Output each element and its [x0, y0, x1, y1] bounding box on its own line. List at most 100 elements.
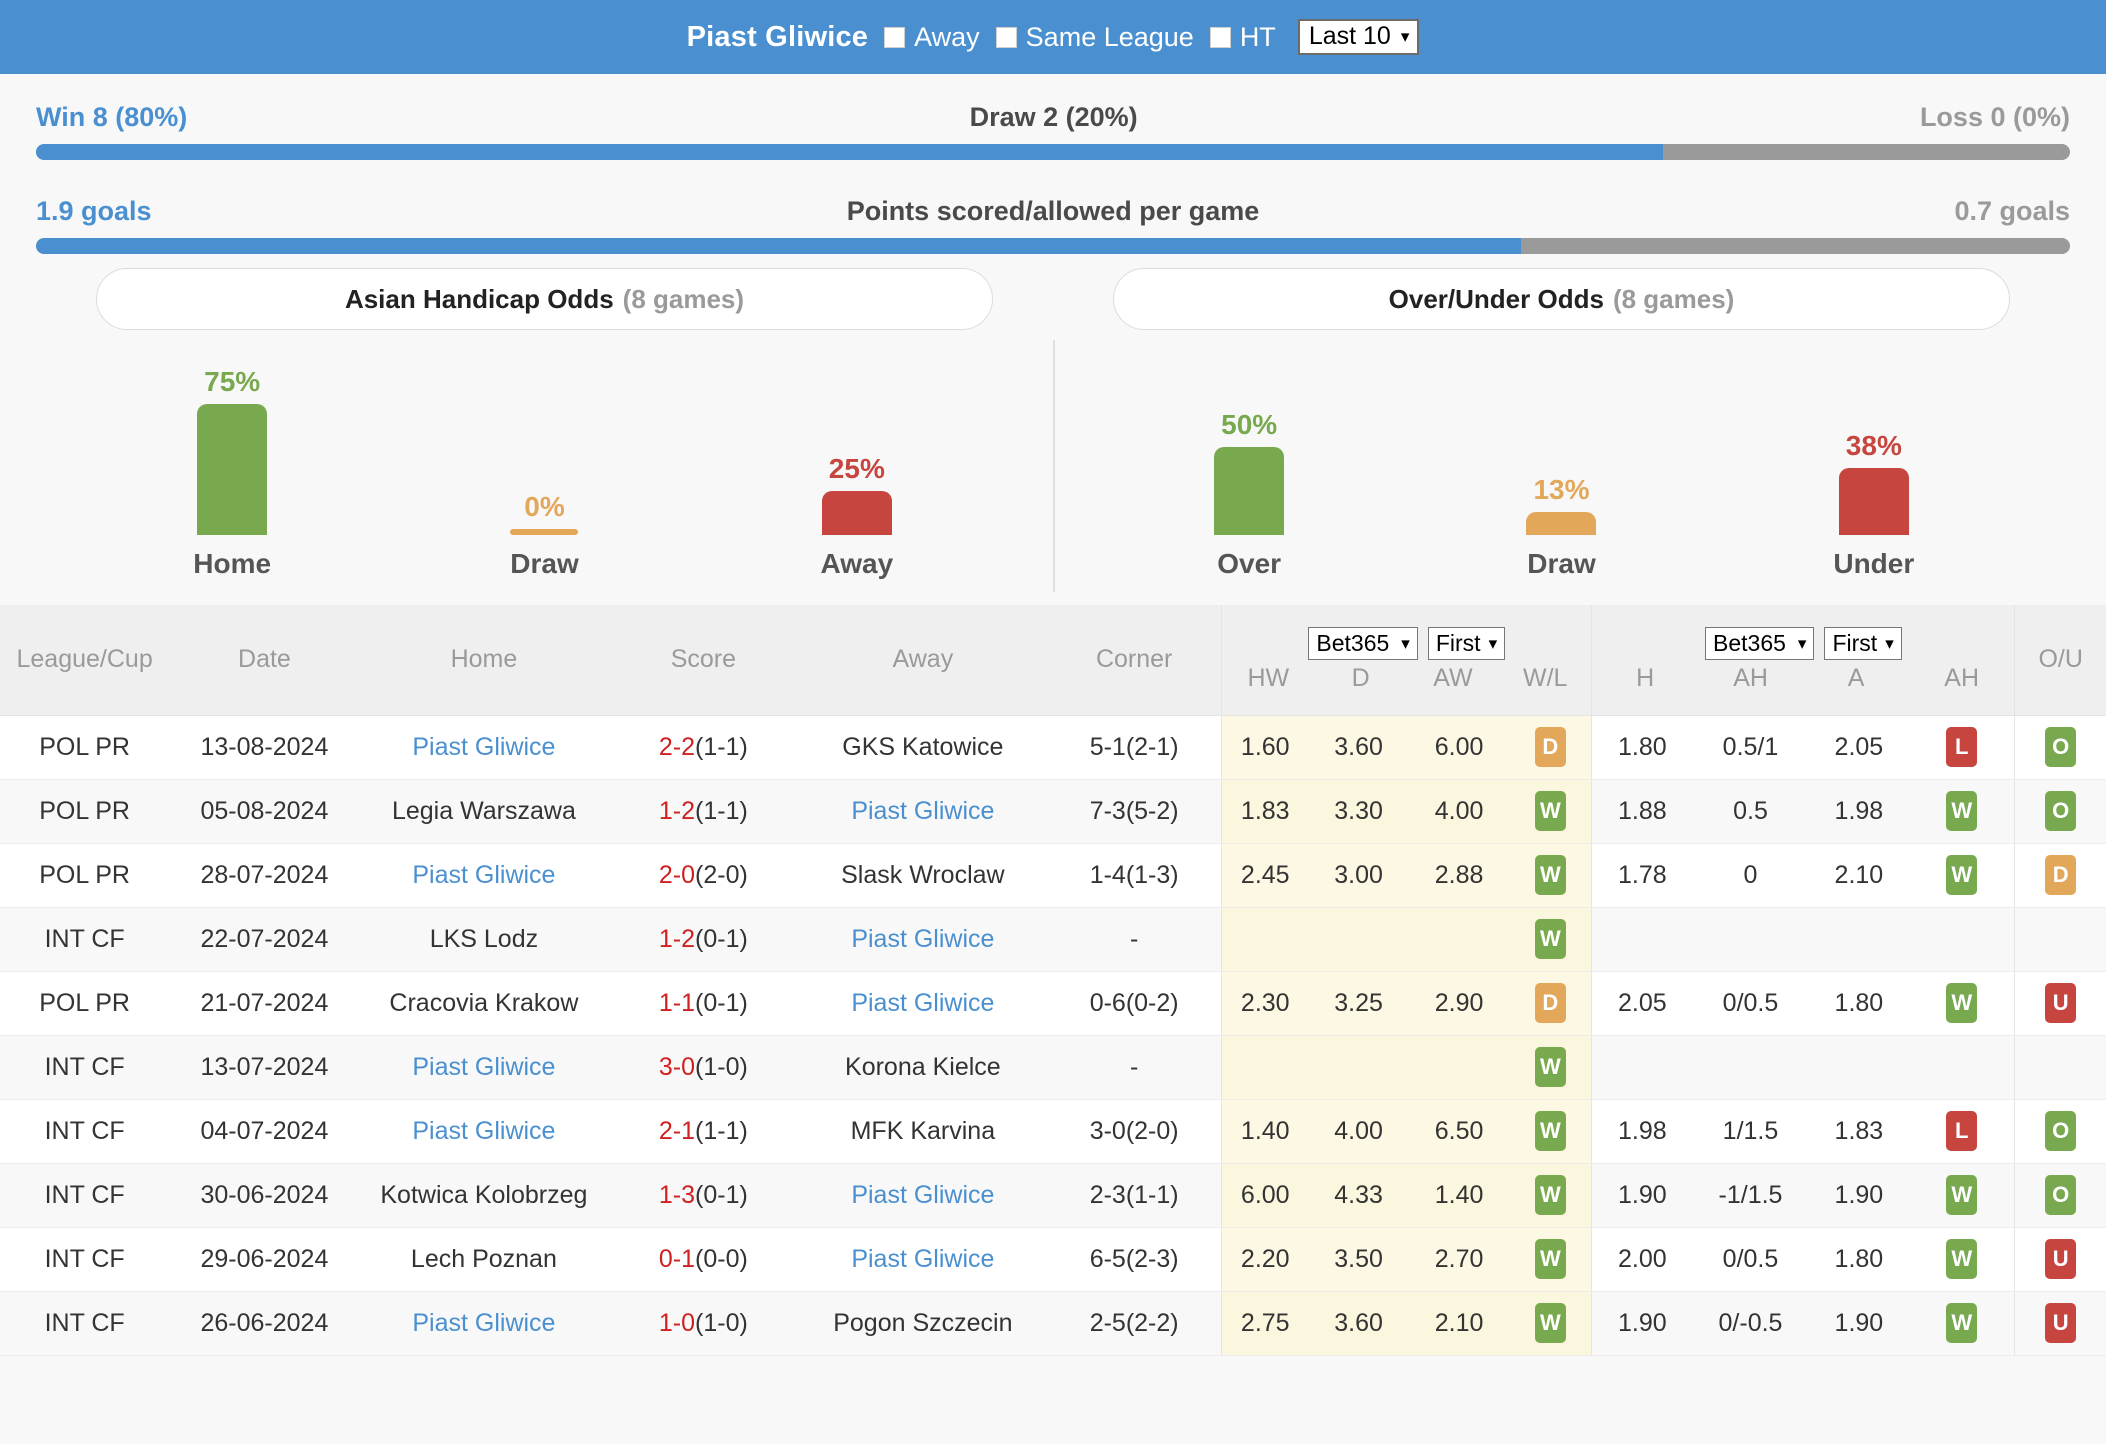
- chart-column-draw: 0% Draw: [388, 491, 700, 580]
- table-row[interactable]: INT CF 30-06-2024 Kotwica Kolobrzeg 1-3(0-1…: [0, 1163, 2106, 1228]
- cell-corner: 7-3(5-2): [1047, 779, 1222, 844]
- home-team-name[interactable]: Piast Gliwice: [412, 733, 555, 761]
- chart-category-label: Draw: [1527, 548, 1596, 579]
- ah-result-badge: L: [1946, 1111, 1978, 1151]
- chart-value-label: 50%: [1221, 409, 1278, 440]
- home-team-name: Legia Warszawa: [391, 796, 576, 825]
- over-under-header[interactable]: Over/Under Odds (8 games): [1113, 268, 2010, 330]
- home-team-name[interactable]: Piast Gliwice: [412, 861, 555, 889]
- period-select-2[interactable]: First ▾: [1824, 626, 1902, 660]
- ah-result-badge: W: [1946, 855, 1978, 895]
- cell-date: 04-07-2024: [169, 1099, 360, 1164]
- away-team-name[interactable]: Piast Gliwice: [851, 1181, 994, 1209]
- cell-away-team[interactable]: Piast Gliwice: [798, 971, 1048, 1036]
- cell-home-team[interactable]: LKS Lodz: [359, 907, 609, 972]
- filter-ht[interactable]: HT: [1209, 22, 1276, 53]
- cell-home-team[interactable]: Piast Gliwice: [359, 843, 609, 908]
- cell-wl-result: W: [1509, 907, 1592, 972]
- cell-away-team[interactable]: Pogon Szczecin: [798, 1291, 1048, 1356]
- checkbox-away[interactable]: [884, 26, 906, 48]
- cell-away-team[interactable]: Piast Gliwice: [798, 1227, 1048, 1292]
- cell-home-team[interactable]: Kotwica Kolobrzeg: [359, 1163, 609, 1228]
- ah-result-badge: W: [1946, 1239, 1978, 1279]
- table-row[interactable]: INT CF 29-06-2024 Lech Poznan 0-1(0-0) Piast…: [0, 1227, 2106, 1292]
- cell-corner: 6-5(2-3): [1047, 1227, 1222, 1292]
- cell-score[interactable]: 1-2(1-1): [608, 779, 799, 844]
- table-row[interactable]: POL PR 05-08-2024 Legia Warszawa 1-2(1-1) Pi…: [0, 779, 2106, 844]
- cell-score[interactable]: 1-2(0-1): [608, 907, 799, 972]
- table-row[interactable]: INT CF 04-07-2024 Piast Gliwice 2-1(1-1) MFK…: [0, 1099, 2106, 1164]
- home-team-name[interactable]: Piast Gliwice: [412, 1053, 555, 1081]
- cell-score[interactable]: 3-0(1-0): [608, 1035, 799, 1100]
- table-row[interactable]: POL PR 13-08-2024 Piast Gliwice 2-2(1-1) GKS…: [0, 715, 2106, 780]
- cell-score[interactable]: 1-0(1-0): [608, 1291, 799, 1356]
- cell-date: 28-07-2024: [169, 843, 360, 908]
- chevron-down-icon: ▾: [1401, 633, 1410, 653]
- cell-home-team[interactable]: Cracovia Krakow: [359, 971, 609, 1036]
- result-badge: W: [1534, 855, 1566, 895]
- over-under-games: (8 games): [1612, 283, 1735, 314]
- range-select[interactable]: Last 10 ▾: [1297, 19, 1420, 55]
- cell-away-team[interactable]: MFK Karvina: [798, 1099, 1048, 1164]
- cell-home-team[interactable]: Piast Gliwice: [359, 1035, 609, 1100]
- cell-date: 26-06-2024: [169, 1291, 360, 1356]
- cell-league: INT CF: [0, 1291, 170, 1356]
- cell-home-win-odds: 2.30: [1221, 971, 1309, 1036]
- checkbox-ht[interactable]: [1209, 26, 1231, 48]
- win-label: Win 8 (80%): [36, 102, 188, 132]
- cell-date: 21-07-2024: [169, 971, 360, 1036]
- home-team-name[interactable]: Piast Gliwice: [412, 1117, 555, 1145]
- subcol-wl: W/L: [1522, 663, 1568, 692]
- cell-score[interactable]: 2-1(1-1): [608, 1099, 799, 1164]
- score-fulltime: 0-1: [658, 1244, 696, 1273]
- cell-home-team[interactable]: Piast Gliwice: [359, 1291, 609, 1356]
- col-score: Score: [608, 605, 799, 716]
- chart-value-label: 75%: [204, 366, 261, 397]
- table-row[interactable]: POL PR 28-07-2024 Piast Gliwice 2-0(2-0) Sla…: [0, 843, 2106, 908]
- period-select-2-value: First: [1832, 629, 1878, 656]
- cell-away-team[interactable]: GKS Katowice: [798, 715, 1048, 780]
- cell-ah-home-odds: 2.00: [1591, 1227, 1693, 1292]
- cell-score[interactable]: 2-2(1-1): [608, 715, 799, 780]
- cell-away-team[interactable]: Korona Kielce: [798, 1035, 1048, 1100]
- cell-away-team[interactable]: Piast Gliwice: [798, 907, 1048, 972]
- table-row[interactable]: INT CF 26-06-2024 Piast Gliwice 1-0(1-0) Pog…: [0, 1291, 2106, 1356]
- bookmaker-select-2[interactable]: Bet365 ▾: [1705, 626, 1815, 660]
- match-history-body: POL PR 13-08-2024 Piast Gliwice 2-2(1-1) GKS…: [0, 715, 2106, 1356]
- asian-handicap-header[interactable]: Asian Handicap Odds (8 games): [96, 268, 993, 330]
- cell-away-team[interactable]: Piast Gliwice: [798, 779, 1048, 844]
- table-row[interactable]: INT CF 22-07-2024 LKS Lodz 1-2(0-1) Piast Gl…: [0, 907, 2106, 972]
- cell-corner: 0-6(0-2): [1047, 971, 1222, 1036]
- cell-score[interactable]: 0-1(0-0): [608, 1227, 799, 1292]
- cell-away-win-odds: [1408, 907, 1510, 972]
- cell-home-team[interactable]: Piast Gliwice: [359, 1099, 609, 1164]
- cell-score[interactable]: 1-1(0-1): [608, 971, 799, 1036]
- filter-same-league[interactable]: Same League: [995, 22, 1194, 53]
- home-team-name[interactable]: Piast Gliwice: [412, 1309, 555, 1337]
- cell-away-team[interactable]: Slask Wroclaw: [798, 843, 1048, 908]
- cell-home-team[interactable]: Legia Warszawa: [359, 779, 609, 844]
- cell-score[interactable]: 2-0(2-0): [608, 843, 799, 908]
- cell-away-team[interactable]: Piast Gliwice: [798, 1163, 1048, 1228]
- away-team-name[interactable]: Piast Gliwice: [851, 925, 994, 953]
- cell-home-team[interactable]: Piast Gliwice: [359, 715, 609, 780]
- cell-ah-line: 0/-0.5: [1692, 1291, 1809, 1356]
- away-team-name[interactable]: Piast Gliwice: [851, 989, 994, 1017]
- away-team-name: Pogon Szczecin: [833, 1308, 1013, 1337]
- cell-ou-result: O: [2014, 779, 2106, 844]
- filter-away[interactable]: Away: [884, 22, 980, 53]
- over-under-chart: 50% Over 13% Draw 38% Under: [1053, 330, 2070, 580]
- cell-ah-home-odds: [1591, 907, 1693, 972]
- away-team-name[interactable]: Piast Gliwice: [851, 1245, 994, 1273]
- bookmaker-select-1[interactable]: Bet365 ▾: [1308, 626, 1418, 660]
- cell-home-team[interactable]: Lech Poznan: [359, 1227, 609, 1292]
- period-select-1[interactable]: First ▾: [1427, 626, 1506, 660]
- cell-score[interactable]: 1-3(0-1): [608, 1163, 799, 1228]
- table-row[interactable]: INT CF 13-07-2024 Piast Gliwice 3-0(1-0) Kor…: [0, 1035, 2106, 1100]
- table-row[interactable]: POL PR 21-07-2024 Cracovia Krakow 1-1(0-1) P…: [0, 971, 2106, 1036]
- away-team-name[interactable]: Piast Gliwice: [851, 797, 994, 825]
- result-badge: W: [1534, 1303, 1566, 1343]
- asian-handicap-games: (8 games): [622, 283, 745, 314]
- subcol-d: D: [1351, 663, 1370, 692]
- checkbox-same-league[interactable]: [995, 26, 1017, 48]
